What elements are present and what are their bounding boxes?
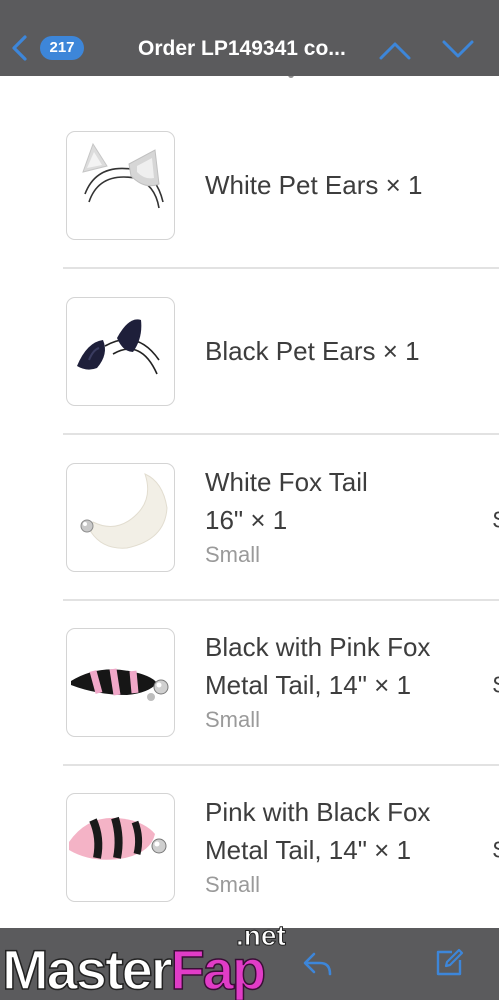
back-button[interactable]	[8, 32, 32, 64]
compose-button[interactable]	[432, 946, 466, 980]
item-name: White Pet Ears × 1	[205, 170, 423, 200]
chevron-up-icon	[378, 42, 412, 68]
order-item[interactable]: White Pet Ears × 1	[0, 110, 499, 275]
item-variant: Small	[205, 872, 261, 897]
item-name-line1: Black with Pink Fox	[205, 632, 431, 662]
mail-message-screen: 217 Order LP149341 co... White Pet Ears …	[0, 0, 499, 1000]
white-cat-ears-icon	[66, 131, 175, 240]
order-item[interactable]: Black with Pink Fox Metal Tail, 14" × 1 …	[0, 607, 499, 772]
item-name-line2: Metal Tail, 14" × 1	[205, 835, 412, 865]
next-message-button[interactable]	[441, 36, 475, 64]
previous-message-button[interactable]	[378, 36, 412, 64]
divider	[63, 764, 499, 766]
item-variant: Small	[205, 542, 261, 567]
pink-black-tail-icon	[66, 793, 175, 902]
compose-icon	[432, 948, 466, 984]
item-variant: Small	[205, 707, 261, 732]
chevron-left-icon	[8, 32, 32, 64]
reply-button[interactable]	[300, 946, 334, 980]
item-name-line2: Metal Tail, 14" × 1	[205, 670, 412, 700]
item-name-line1: White Fox Tail	[205, 467, 368, 497]
divider	[63, 433, 499, 435]
item-name-line2: 16" × 1	[205, 505, 288, 535]
message-count-badge[interactable]: 217	[40, 36, 84, 60]
chevron-down-icon	[441, 40, 475, 68]
white-tail-icon	[66, 463, 175, 572]
navigation-bar: 217 Order LP149341 co...	[0, 0, 499, 76]
divider	[63, 267, 499, 269]
black-cat-ears-icon	[66, 297, 175, 406]
bottom-toolbar	[0, 928, 499, 1000]
divider	[63, 599, 499, 601]
item-name: Black Pet Ears × 1	[205, 336, 420, 366]
order-item[interactable]: Pink with Black Fox Metal Tail, 14" × 1 …	[0, 772, 499, 937]
reply-icon	[300, 952, 334, 984]
item-price: $	[493, 836, 499, 866]
order-item[interactable]: Black Pet Ears × 1	[0, 276, 499, 441]
message-title: Order LP149341 co...	[138, 37, 346, 60]
black-pink-tail-icon	[66, 628, 175, 737]
order-item[interactable]: White Fox Tail 16" × 1 Small $	[0, 442, 499, 607]
item-price: $	[493, 506, 499, 536]
item-name-line1: Pink with Black Fox	[205, 797, 431, 827]
item-price: $	[493, 671, 499, 701]
